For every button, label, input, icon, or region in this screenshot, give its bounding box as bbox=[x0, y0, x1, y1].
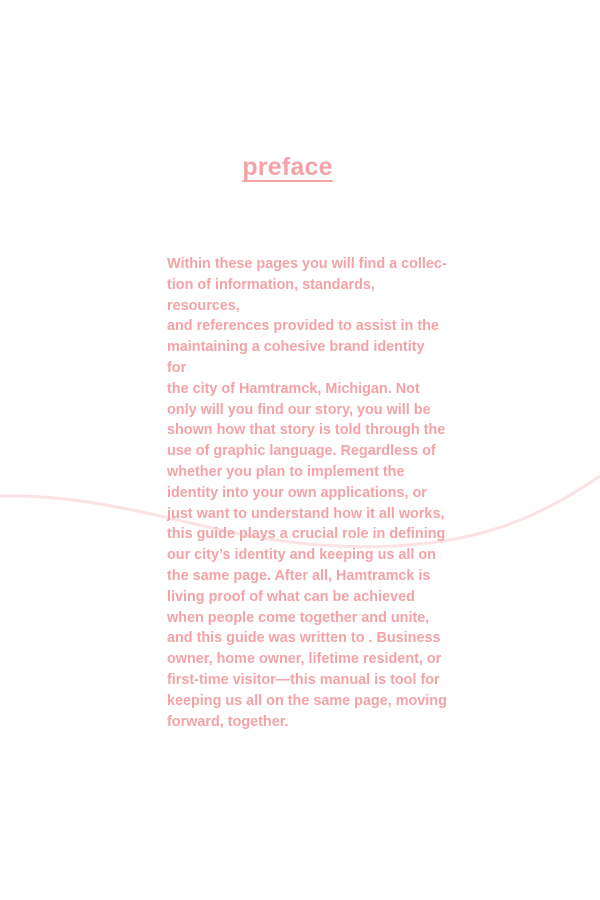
document-page: preface Within these pages you will find… bbox=[0, 0, 600, 900]
preface-paragraph: Within these pages you will find a colle… bbox=[167, 256, 447, 730]
page-title: preface bbox=[242, 153, 333, 181]
